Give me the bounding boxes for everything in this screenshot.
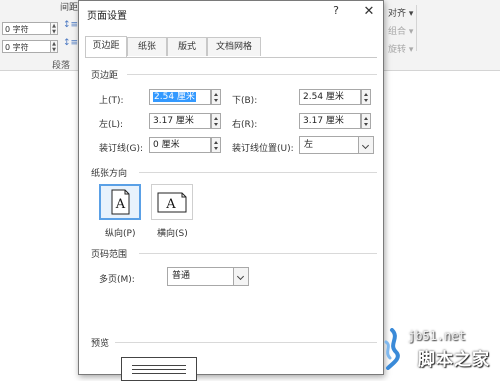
pages-divider xyxy=(139,253,377,254)
landscape-page-icon: A xyxy=(157,192,187,213)
gutter-position-select[interactable]: 左 xyxy=(299,136,374,154)
tab-doc-grid[interactable]: 文档网格 xyxy=(207,37,261,56)
landscape-label: 横向(S) xyxy=(157,229,188,239)
rotate-menu[interactable]: 旋转 ▾ xyxy=(388,42,413,55)
multiple-pages-value: 普通 xyxy=(172,271,191,281)
preview-text-line xyxy=(132,369,186,370)
align-menu[interactable]: 对齐 ▾ xyxy=(388,6,413,19)
line-spacing-before-icon[interactable]: ↕≡ xyxy=(63,20,78,30)
gutter-position-label: 装订线位置(U): xyxy=(232,144,294,154)
watermark-name: 脚本之家 xyxy=(418,350,490,370)
portrait-page-icon: A xyxy=(111,189,130,215)
svg-text:A: A xyxy=(165,197,176,212)
margins-section-title: 页边距 xyxy=(91,71,119,81)
left-margin-input[interactable]: 3.17 厘米 xyxy=(149,113,211,129)
orientation-divider xyxy=(139,172,377,173)
close-button[interactable]: ✕ xyxy=(361,4,377,20)
help-button[interactable]: ? xyxy=(329,4,343,20)
top-margin-spinner[interactable] xyxy=(211,89,221,105)
preview-section-title: 预览 xyxy=(91,339,110,349)
gutter-input[interactable]: 0 厘米 xyxy=(149,137,211,153)
chevron-down-icon xyxy=(358,137,373,153)
bottom-margin-label: 下(B): xyxy=(232,96,258,106)
dialog-title: 页面设置 xyxy=(87,11,127,22)
tab-margins[interactable]: 页边距 xyxy=(85,36,127,57)
left-margin-label: 左(L): xyxy=(99,120,124,130)
portrait-button[interactable]: A xyxy=(99,184,141,220)
bottom-margin-input[interactable]: 2.54 厘米 xyxy=(299,89,361,105)
tab-paper[interactable]: 纸张 xyxy=(127,37,167,56)
top-margin-value: 2.54 厘米 xyxy=(153,92,196,102)
preview-text-line xyxy=(132,365,186,366)
tab-layout[interactable]: 版式 xyxy=(167,37,207,56)
preview-divider xyxy=(115,342,377,343)
left-margin-spinner[interactable] xyxy=(211,113,221,129)
landscape-button[interactable]: A xyxy=(151,184,193,220)
multiple-pages-select[interactable]: 普通 xyxy=(167,267,249,286)
group-menu[interactable]: 组合 ▾ xyxy=(388,24,413,37)
chevron-down-icon xyxy=(233,268,248,285)
bottom-margin-spinner[interactable] xyxy=(361,89,371,105)
orientation-section-title: 纸张方向 xyxy=(91,169,128,179)
svg-text:A: A xyxy=(115,197,126,212)
tab-bar: 页边距 纸张 版式 文档网格 xyxy=(85,36,377,58)
paragraph-group-label: 段落 xyxy=(52,61,71,71)
gutter-spinner[interactable] xyxy=(211,137,221,153)
gutter-label: 装订线(G): xyxy=(99,144,144,154)
gutter-position-value: 左 xyxy=(304,140,314,150)
spacing-label: 间距 xyxy=(60,3,79,13)
top-margin-label: 上(T): xyxy=(99,96,124,106)
line-spacing-after-icon[interactable]: ↕≡ xyxy=(63,38,78,48)
right-margin-spinner[interactable] xyxy=(361,113,371,129)
pages-section-title: 页码范围 xyxy=(91,250,128,260)
page-setup-dialog: 页面设置 ? ✕ 页边距 纸张 版式 文档网格 页边距 上(T): 2.54 厘… xyxy=(78,0,384,381)
preview-text-line xyxy=(132,373,186,374)
multiple-pages-label: 多页(M): xyxy=(99,275,135,285)
preview-page xyxy=(121,357,197,381)
indent-left-spinner[interactable]: ▲ ▼ xyxy=(50,22,58,35)
watermark-logo xyxy=(384,328,400,370)
indent-right-spinner[interactable]: ▲ ▼ xyxy=(50,40,58,53)
portrait-label: 纵向(P) xyxy=(105,229,136,239)
right-margin-input[interactable]: 3.17 厘米 xyxy=(299,113,361,129)
ribbon-separator xyxy=(416,5,417,51)
right-margin-label: 右(R): xyxy=(232,120,258,130)
margins-divider xyxy=(127,74,377,75)
top-margin-input[interactable]: 2.54 厘米 xyxy=(149,89,211,105)
watermark-url: jb51.net xyxy=(408,329,466,343)
